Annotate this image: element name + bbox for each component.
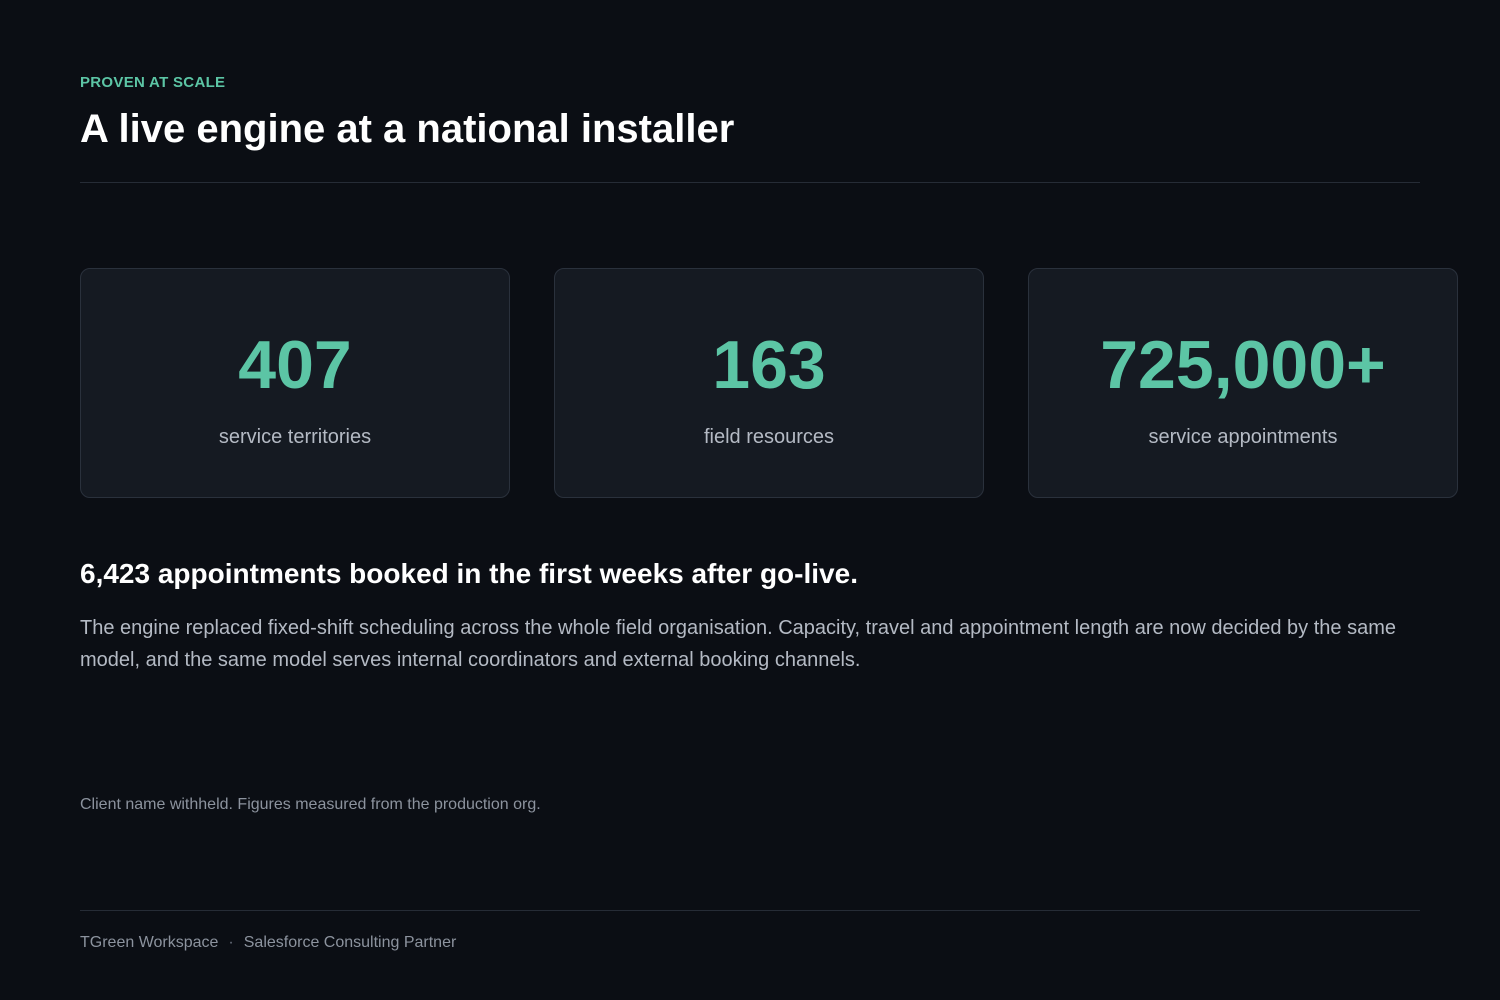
stat-value: 407 — [238, 327, 352, 403]
header-divider — [80, 182, 1420, 183]
stat-value: 163 — [712, 327, 826, 403]
footer: TGreen Workspace · Salesforce Consulting P… — [80, 933, 456, 953]
stat-label: service territories — [218, 426, 372, 448]
footer-divider — [80, 910, 1420, 911]
stat-label: service appointments — [1148, 426, 1338, 448]
summary-body: The engine replaced fixed-shift scheduli… — [80, 617, 1396, 671]
eyebrow-label: PROVEN AT SCALE — [80, 74, 226, 91]
footer-separator: · — [228, 934, 234, 951]
summary-headline: 6,423 appointments booked in the first w… — [80, 558, 858, 589]
stat-card-appointments: 725,000+ service appointments — [1028, 268, 1458, 498]
footnote: Client name withheld. Figures measured f… — [80, 796, 541, 813]
stat-label: field resources — [703, 426, 835, 448]
footer-company: TGreen Workspace — [80, 934, 219, 951]
footer-partner: Salesforce Consulting Partner — [243, 934, 457, 951]
stat-card-territories: 407 service territories — [80, 268, 510, 498]
page-title: A live engine at a national installer — [80, 107, 735, 151]
stat-value: 725,000+ — [1100, 327, 1386, 403]
stat-card-resources: 163 field resources — [554, 268, 984, 498]
